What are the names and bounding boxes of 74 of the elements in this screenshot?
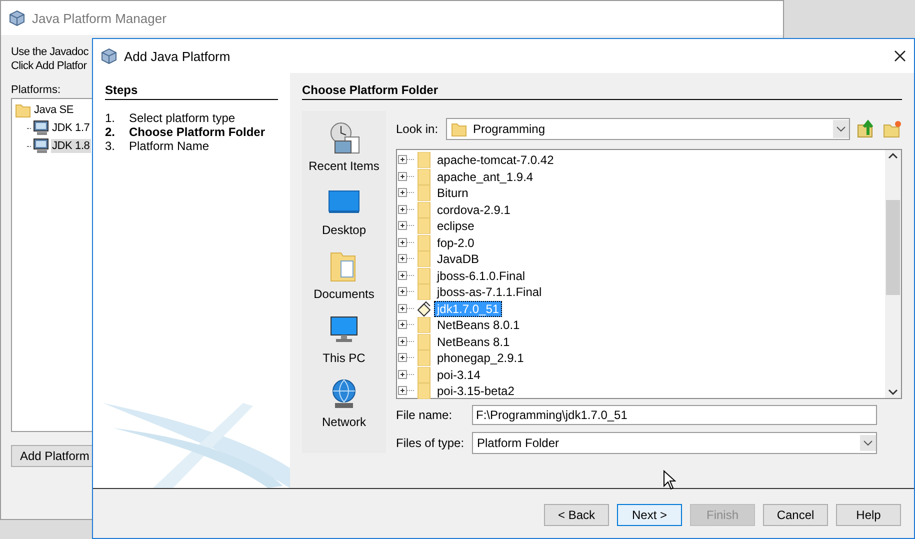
folder-up-icon[interactable] bbox=[856, 119, 876, 139]
close-icon[interactable] bbox=[894, 50, 906, 62]
chevron-down-icon bbox=[860, 435, 876, 451]
file-item[interactable]: Biturn bbox=[434, 185, 472, 202]
platforms-label: Platforms: bbox=[11, 84, 61, 96]
diamond-icon bbox=[417, 300, 431, 317]
file-item[interactable]: NetBeans 8.1 bbox=[434, 334, 513, 350]
scrollbar[interactable] bbox=[885, 150, 901, 398]
step-number: 3. bbox=[105, 139, 116, 153]
window-title: Java Platform Manager bbox=[32, 10, 168, 26]
dialog-button[interactable]: Help bbox=[836, 504, 901, 526]
place-button[interactable]: Network bbox=[322, 377, 366, 429]
folder-icon bbox=[417, 383, 431, 400]
folder-icon bbox=[417, 234, 431, 251]
file-name-label: File name: bbox=[396, 408, 454, 422]
scroll-thumb[interactable] bbox=[886, 200, 900, 295]
cube-icon bbox=[101, 48, 117, 64]
tree-item[interactable]: JDK 1.7 bbox=[51, 121, 91, 135]
look-in-dropdown[interactable]: Programming bbox=[446, 118, 850, 140]
place-button[interactable]: Recent Items bbox=[308, 121, 380, 173]
chevron-down-icon bbox=[833, 120, 849, 138]
folder-icon bbox=[417, 168, 431, 185]
step-label: Platform Name bbox=[129, 139, 210, 153]
dialog-button[interactable]: Cancel bbox=[763, 504, 828, 526]
file-type-label: Files of type: bbox=[396, 436, 466, 450]
folder-icon bbox=[417, 218, 431, 234]
file-item[interactable]: NetBeans 8.0.1 bbox=[434, 317, 523, 334]
step-label: Choose Platform Folder bbox=[129, 125, 266, 139]
step-number: 1. bbox=[105, 111, 116, 125]
dialog-button[interactable]: Next > bbox=[617, 504, 682, 526]
folder-icon bbox=[417, 152, 431, 168]
file-item[interactable]: fop-2.0 bbox=[434, 234, 478, 251]
folder-icon bbox=[417, 366, 431, 383]
folder-icon bbox=[417, 334, 431, 350]
tree-item[interactable]: JDK 1.8 bbox=[51, 139, 91, 153]
file-item[interactable]: poi-3.14 bbox=[434, 366, 484, 383]
place-button[interactable]: Documents bbox=[314, 249, 374, 301]
folder-icon bbox=[451, 121, 467, 137]
monitor-icon bbox=[33, 120, 49, 136]
folder-icon bbox=[15, 102, 31, 118]
step-label: Select platform type bbox=[129, 111, 236, 125]
folder-icon bbox=[417, 251, 431, 268]
panel-heading: Choose Platform Folder bbox=[302, 83, 902, 100]
file-item[interactable]: phonegap_2.9.1 bbox=[434, 350, 527, 366]
description-text: Click Add Platfor bbox=[11, 59, 87, 73]
file-item[interactable]: cordova-2.9.1 bbox=[434, 202, 514, 218]
place-button[interactable]: This PC bbox=[322, 313, 366, 365]
file-type-dropdown[interactable]: Platform Folder bbox=[472, 432, 877, 454]
folder-icon bbox=[417, 185, 431, 202]
file-item[interactable]: apache_ant_1.9.4 bbox=[434, 168, 536, 185]
mouse-pointer-icon bbox=[663, 470, 676, 490]
file-item[interactable]: poi-3.15-beta2 bbox=[434, 383, 518, 400]
dialog-button[interactable]: < Back bbox=[544, 504, 609, 526]
folder-icon bbox=[417, 284, 431, 300]
folder-icon bbox=[417, 202, 431, 218]
file-item[interactable]: JavaDB bbox=[434, 251, 482, 268]
new-folder-icon[interactable] bbox=[882, 119, 902, 139]
monitor-icon bbox=[33, 138, 49, 154]
file-item[interactable]: jboss-6.1.0.Final bbox=[434, 268, 528, 284]
file-item[interactable]: jboss-as-7.1.1.Final bbox=[434, 284, 545, 300]
file-item[interactable]: apache-tomcat-7.0.42 bbox=[434, 152, 557, 168]
cube-icon bbox=[9, 10, 25, 26]
folder-icon bbox=[417, 268, 431, 284]
step-number: 2. bbox=[105, 125, 116, 139]
folder-icon bbox=[417, 317, 431, 334]
file-name-field[interactable]: F:\Programming\jdk1.7.0_51 bbox=[472, 405, 877, 425]
steps-heading: Steps bbox=[105, 83, 278, 100]
folder-icon bbox=[417, 350, 431, 366]
tree-item[interactable]: Java SE bbox=[33, 103, 75, 117]
look-in-label: Look in: bbox=[396, 122, 440, 136]
window-title: Add Java Platform bbox=[124, 48, 232, 64]
description-text: Use the Javadoc bbox=[11, 45, 88, 59]
file-item[interactable]: eclipse bbox=[434, 218, 478, 234]
place-button[interactable]: Desktop bbox=[322, 185, 366, 237]
